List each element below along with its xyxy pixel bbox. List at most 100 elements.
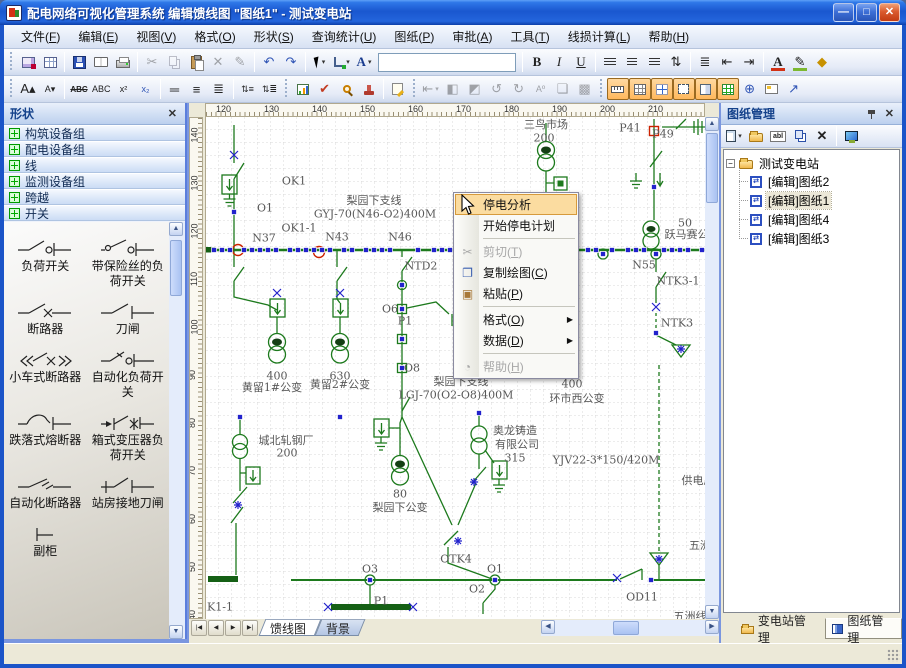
shape-group-5[interactable]: 跨越 [4,189,185,205]
chart-tool-button[interactable] [292,78,314,100]
tree-expander-icon[interactable]: − [726,159,735,168]
last-sheet-button[interactable]: ▶| [242,620,258,636]
bullets-button[interactable]: ≣ [694,51,716,73]
toolbar-drag-handle[interactable] [9,79,14,99]
scrollbar-thumb[interactable] [170,240,182,296]
new-drawing-button[interactable] [17,51,39,73]
shape-group-2[interactable]: 配电设备组 [4,141,185,157]
grid-toggle[interactable] [629,78,651,100]
save-button[interactable] [68,51,90,73]
shape-item-auto-load-switch[interactable]: 自动化负荷开关 [87,347,170,400]
pointer-tool-button[interactable]: ▾ [309,51,331,73]
guides-toggle[interactable] [651,78,673,100]
maximize-button[interactable]: □ [856,3,877,22]
scroll-down-icon[interactable]: ▼ [169,625,183,639]
line-spacing-single-button[interactable]: ═ [164,78,186,100]
redo-button[interactable]: ↷ [280,51,302,73]
toolbar-drag-handle[interactable] [412,79,417,99]
context-menu-item[interactable]: 格式(O)▶ [455,309,577,330]
shape-item-knife-switch[interactable]: 刀闸 [87,299,170,337]
subscript-button[interactable]: x₂ [135,78,157,100]
menu-T[interactable]: 工具(T) [501,25,558,48]
decrease-font-button[interactable]: A▾ [39,78,61,100]
tree-item-sheet[interactable]: ⇄[编辑]图纸1 [740,191,897,210]
context-menu-item[interactable]: 开始停电计划 [455,215,577,236]
delete-button[interactable]: ✕ [207,51,229,73]
toolbar-drag-handle[interactable] [9,52,14,72]
shape-item-station-ground-knife[interactable]: 站房接地刀闸 [87,473,170,511]
delete-sheet-button[interactable]: ✕ [811,125,833,147]
menu-F[interactable]: 文件(F) [12,25,69,48]
indent-button[interactable]: ⇥ [738,51,760,73]
canvas-vertical-scrollbar[interactable]: ▲ ▼ [705,117,719,619]
shape-item-fused-load-switch[interactable]: 带保险丝的负荷开关 [87,236,170,289]
line-spacing-double-button[interactable]: ≣ [208,78,230,100]
vertical-text-button[interactable]: ⇅ [665,51,687,73]
print-preview-button[interactable] [90,51,112,73]
rotate-text-button[interactable]: Aº [530,78,552,100]
menu-V[interactable]: 视图(V) [127,25,185,48]
tree-root-substation[interactable]: −测试变电站 [726,154,897,172]
increase-font-button[interactable]: A▴ [17,78,39,100]
shape-group-3[interactable]: 线 [4,157,185,173]
tree-item-sheet[interactable]: ⇄[编辑]图纸2 [740,172,897,191]
send-to-back-button[interactable]: ▩ [574,78,596,100]
font-color-button[interactable]: A [767,51,789,73]
panel-tab-active[interactable]: 图纸管理 [825,618,902,639]
format-painter-button[interactable]: ✎ [229,51,251,73]
shapes-scrollbar[interactable]: ▲ ▼ [169,222,185,639]
bold-button[interactable]: B [526,51,548,73]
paste-button[interactable] [185,51,207,73]
scroll-up-icon[interactable]: ▲ [169,222,183,236]
superscript-button[interactable]: x² [113,78,135,100]
undo-button[interactable]: ↶ [258,51,280,73]
rotate-left-button[interactable]: ↺ [486,78,508,100]
note-button[interactable] [387,78,409,100]
scrollbar-thumb[interactable] [706,133,718,203]
next-sheet-button[interactable]: ▶ [225,620,241,636]
sheet-tab-inactive[interactable]: 背景 [318,619,362,636]
line-spacing-15-button[interactable]: ≡ [186,78,208,100]
align-right-button[interactable] [643,51,665,73]
resize-grip[interactable] [887,649,900,662]
shape-group-1[interactable]: 构筑设备组 [4,125,185,141]
cut-button[interactable]: ✂ [141,51,163,73]
ruler-toggle[interactable] [607,78,629,100]
substation-view-button[interactable] [840,125,862,147]
menu-L[interactable]: 线损计算(L) [559,25,640,48]
scroll-down-icon[interactable]: ▼ [705,605,719,619]
pin-icon[interactable] [867,108,877,120]
align-left-button[interactable] [599,51,621,73]
properties-button[interactable] [761,78,783,100]
find-drawing-button[interactable] [336,78,358,100]
font-name-combo[interactable] [378,53,516,72]
flip-vertical-button[interactable]: ◩ [464,78,486,100]
menu-H[interactable]: 帮助(H) [639,25,698,48]
text-tool-button[interactable]: A▾ [353,51,375,73]
paragraph-spacing-increase-button[interactable]: ⇅≡ [237,78,259,100]
context-menu-item[interactable]: ❐复制绘图(C) [455,262,577,283]
prev-sheet-button[interactable]: ◀ [208,620,224,636]
canvas-horizontal-scrollbar[interactable]: ◀ ▶ [541,620,719,636]
scrollbar-thumb[interactable] [613,621,639,635]
first-sheet-button[interactable]: |◀ [191,620,207,636]
menu-A[interactable]: 审批(A) [443,25,501,48]
menu-S[interactable]: 形状(S) [245,25,303,48]
sheet-manager-close-icon[interactable]: ✕ [883,107,896,120]
validate-drawing-button[interactable]: ✔ [314,78,336,100]
new-sheet-button[interactable]: ▾ [723,125,745,147]
context-menu-item[interactable]: ▣粘贴(P) [455,283,577,304]
paragraph-spacing-decrease-button[interactable]: ⇅≣ [259,78,281,100]
panel-tab-inactive[interactable]: 变电站管理 [735,618,823,639]
menu-P[interactable]: 图纸(P) [385,25,443,48]
strikethrough-button[interactable]: ABC [68,78,90,100]
connection-points-toggle[interactable] [673,78,695,100]
italic-button[interactable]: I [548,51,570,73]
page-breaks-toggle[interactable] [695,78,717,100]
shape-group-4[interactable]: 监测设备组 [4,173,185,189]
tree-item-sheet[interactable]: ⇄[编辑]图纸3 [740,229,897,248]
shape-group-6[interactable]: 开关 [4,205,185,221]
copy-button[interactable] [163,51,185,73]
minimize-button[interactable]: — [833,3,854,22]
highlight-color-button[interactable]: ✎ [789,51,811,73]
